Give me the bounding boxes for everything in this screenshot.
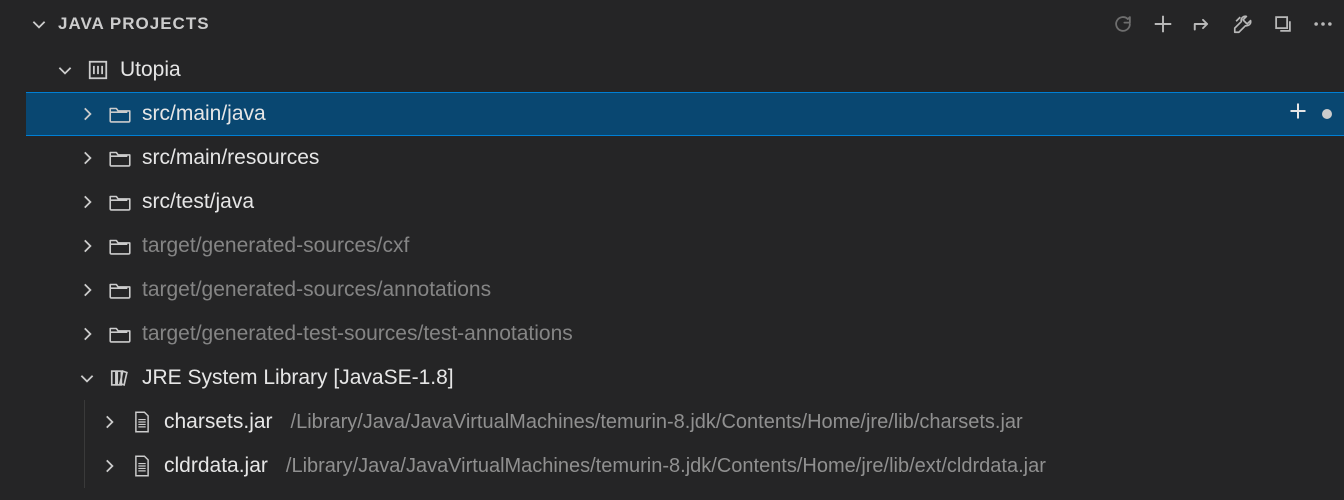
folder-icon — [108, 102, 132, 126]
panel-title: JAVA PROJECTS — [58, 14, 210, 34]
chevron-right-icon — [76, 193, 98, 211]
panel-toolbar — [1112, 13, 1334, 35]
jar-icon — [130, 454, 154, 478]
folder-icon — [108, 234, 132, 258]
folder-icon — [108, 278, 132, 302]
folder-label: target/generated-sources/cxf — [142, 234, 409, 258]
library-node[interactable]: JRE System Library [JavaSE-1.8] — [26, 356, 1344, 400]
jar-node[interactable]: charsets.jar /Library/Java/JavaVirtualMa… — [26, 400, 1344, 444]
modified-dot-icon — [1322, 109, 1332, 119]
source-folder[interactable]: target/generated-test-sources/test-annot… — [26, 312, 1344, 356]
project-icon — [86, 58, 110, 82]
source-folder[interactable]: target/generated-sources/annotations — [26, 268, 1344, 312]
jar-path: /Library/Java/JavaVirtualMachines/temuri… — [286, 455, 1046, 478]
export-icon[interactable] — [1192, 13, 1214, 35]
tree-guide-line — [84, 400, 85, 488]
jar-name: charsets.jar — [164, 410, 273, 434]
folder-label: target/generated-sources/annotations — [142, 278, 491, 302]
chevron-down-icon — [30, 15, 48, 33]
chevron-right-icon — [76, 237, 98, 255]
panel-main: JAVA PROJECTS Utopia — [26, 0, 1344, 500]
activity-bar-gutter — [0, 0, 26, 500]
source-folder[interactable]: src/main/resources — [26, 136, 1344, 180]
source-folder[interactable]: src/test/java — [26, 180, 1344, 224]
jar-node[interactable]: cldrdata.jar /Library/Java/JavaVirtualMa… — [26, 444, 1344, 488]
chevron-right-icon — [98, 457, 120, 475]
panel-header[interactable]: JAVA PROJECTS — [26, 0, 1344, 48]
tools-icon[interactable] — [1232, 13, 1254, 35]
project-tree: Utopia src/main/java src/main/resources — [26, 48, 1344, 500]
chevron-right-icon — [98, 413, 120, 431]
jar-icon — [130, 410, 154, 434]
source-folder[interactable]: src/main/java — [26, 92, 1344, 136]
folder-icon — [108, 322, 132, 346]
library-icon — [108, 366, 132, 390]
plus-icon[interactable] — [1152, 13, 1174, 35]
chevron-right-icon — [76, 105, 98, 123]
folder-label: src/test/java — [142, 190, 254, 214]
folder-label: target/generated-test-sources/test-annot… — [142, 322, 573, 346]
more-icon[interactable] — [1312, 13, 1334, 35]
chevron-right-icon — [76, 325, 98, 343]
source-folder[interactable]: target/generated-sources/cxf — [26, 224, 1344, 268]
library-label: JRE System Library [JavaSE-1.8] — [142, 366, 454, 390]
project-name: Utopia — [120, 58, 181, 82]
java-projects-panel: JAVA PROJECTS Utopia — [0, 0, 1344, 500]
jar-name: cldrdata.jar — [164, 454, 268, 478]
chevron-down-icon — [76, 369, 98, 387]
chevron-right-icon — [76, 149, 98, 167]
folder-label: src/main/resources — [142, 146, 319, 170]
project-root[interactable]: Utopia — [26, 48, 1344, 92]
chevron-down-icon — [54, 61, 76, 79]
refresh-icon[interactable] — [1112, 13, 1134, 35]
jar-path: /Library/Java/JavaVirtualMachines/temuri… — [291, 411, 1023, 434]
collapse-all-icon[interactable] — [1272, 13, 1294, 35]
add-icon[interactable] — [1288, 101, 1308, 127]
chevron-right-icon — [76, 281, 98, 299]
row-actions — [1288, 101, 1332, 127]
folder-icon — [108, 190, 132, 214]
folder-label: src/main/java — [142, 102, 266, 126]
folder-icon — [108, 146, 132, 170]
